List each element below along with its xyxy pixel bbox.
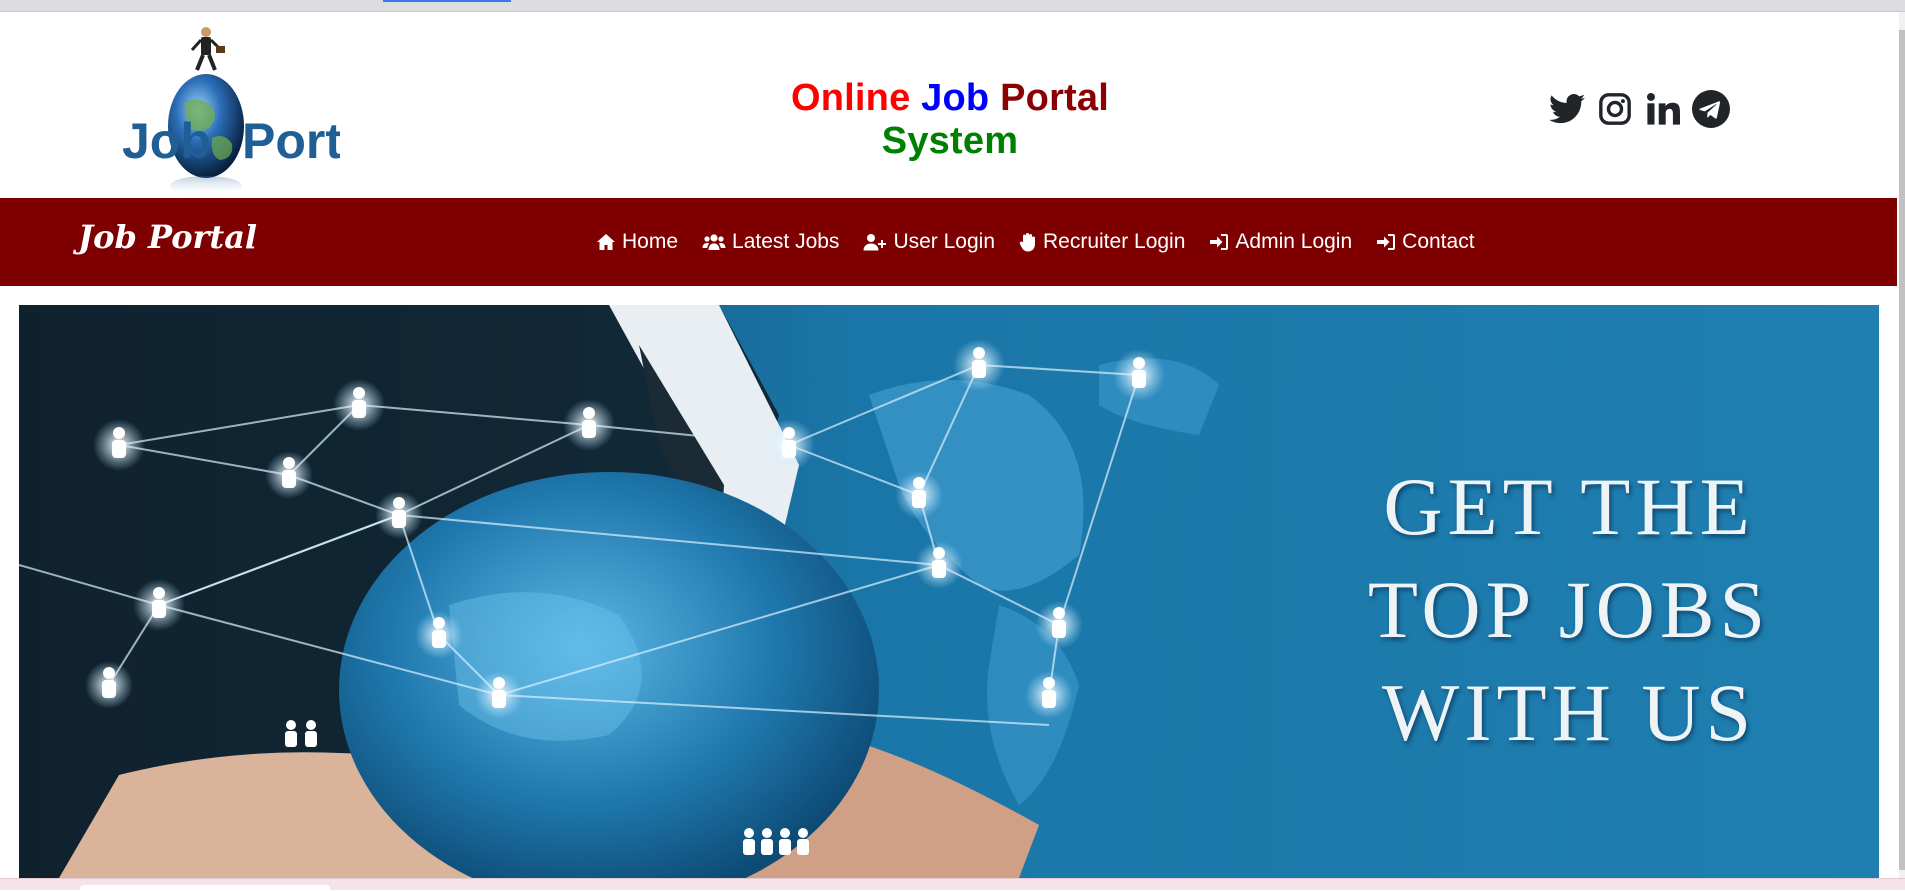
- nav-item-home[interactable]: Home: [596, 230, 678, 254]
- job-portal-logo[interactable]: Job Portal: [120, 18, 384, 198]
- linkedin-icon[interactable]: [1644, 90, 1682, 128]
- hero-line-1: GET THE: [1383, 461, 1755, 552]
- users-icon: [702, 233, 726, 251]
- nav-item-label: Admin Login: [1235, 230, 1353, 253]
- user-plus-icon: [863, 233, 887, 251]
- nav-item-latest-jobs[interactable]: Latest Jobs: [702, 230, 839, 254]
- telegram-icon[interactable]: [1692, 90, 1730, 128]
- nav-item-contact[interactable]: Contact: [1376, 230, 1475, 254]
- title-word-online: Online: [790, 77, 911, 119]
- home-icon: [596, 233, 616, 251]
- title-word-portal: Portal: [1000, 77, 1110, 119]
- hero-line-3: WITH US: [1381, 667, 1757, 758]
- nav-item-label: Recruiter Login: [1043, 230, 1186, 253]
- nav-item-user-login[interactable]: User Login: [863, 230, 995, 254]
- sign-in-icon: [1209, 233, 1229, 251]
- nav-item-label: Home: [622, 230, 679, 253]
- nav-menu: Home Latest Jobs User Login Recruiter Lo…: [596, 198, 1475, 286]
- logo-word-portal: Portal: [242, 113, 340, 169]
- main-navbar: Job Portal Home Latest Jobs User Login R…: [0, 198, 1897, 286]
- social-links: [1548, 90, 1730, 128]
- sign-in-icon: [1376, 233, 1396, 251]
- hero-banner-text: GET THE TOP JOBS WITH US: [1269, 455, 1869, 764]
- nav-item-label: User Login: [893, 230, 995, 253]
- scrollbar-thumb[interactable]: [1899, 30, 1905, 870]
- bottom-tab-hint: [80, 885, 330, 891]
- instagram-icon[interactable]: [1596, 90, 1634, 128]
- title-word-job: Job: [921, 77, 990, 119]
- hero-banner: GET THE TOP JOBS WITH US: [19, 305, 1879, 878]
- active-tab-indicator: [383, 0, 511, 2]
- nav-item-label: Latest Jobs: [732, 230, 840, 253]
- site-header: Job Portal Online Job Portal System: [0, 12, 1897, 198]
- browser-top-strip: [0, 0, 1905, 12]
- page-scrollbar[interactable]: [1899, 12, 1905, 878]
- hand-icon: [1019, 232, 1037, 252]
- twitter-icon[interactable]: [1548, 90, 1586, 128]
- bottom-strip: [0, 878, 1905, 891]
- nav-item-recruiter-login[interactable]: Recruiter Login: [1019, 230, 1185, 254]
- site-title: Online Job Portal System: [720, 77, 1180, 163]
- title-word-system: System: [881, 120, 1019, 162]
- navbar-brand[interactable]: Job Portal: [78, 218, 257, 256]
- logo-word-job: Job: [122, 113, 211, 169]
- nav-item-admin-login[interactable]: Admin Login: [1209, 230, 1352, 254]
- hero-line-2: TOP JOBS: [1367, 564, 1771, 655]
- nav-item-label: Contact: [1402, 230, 1475, 253]
